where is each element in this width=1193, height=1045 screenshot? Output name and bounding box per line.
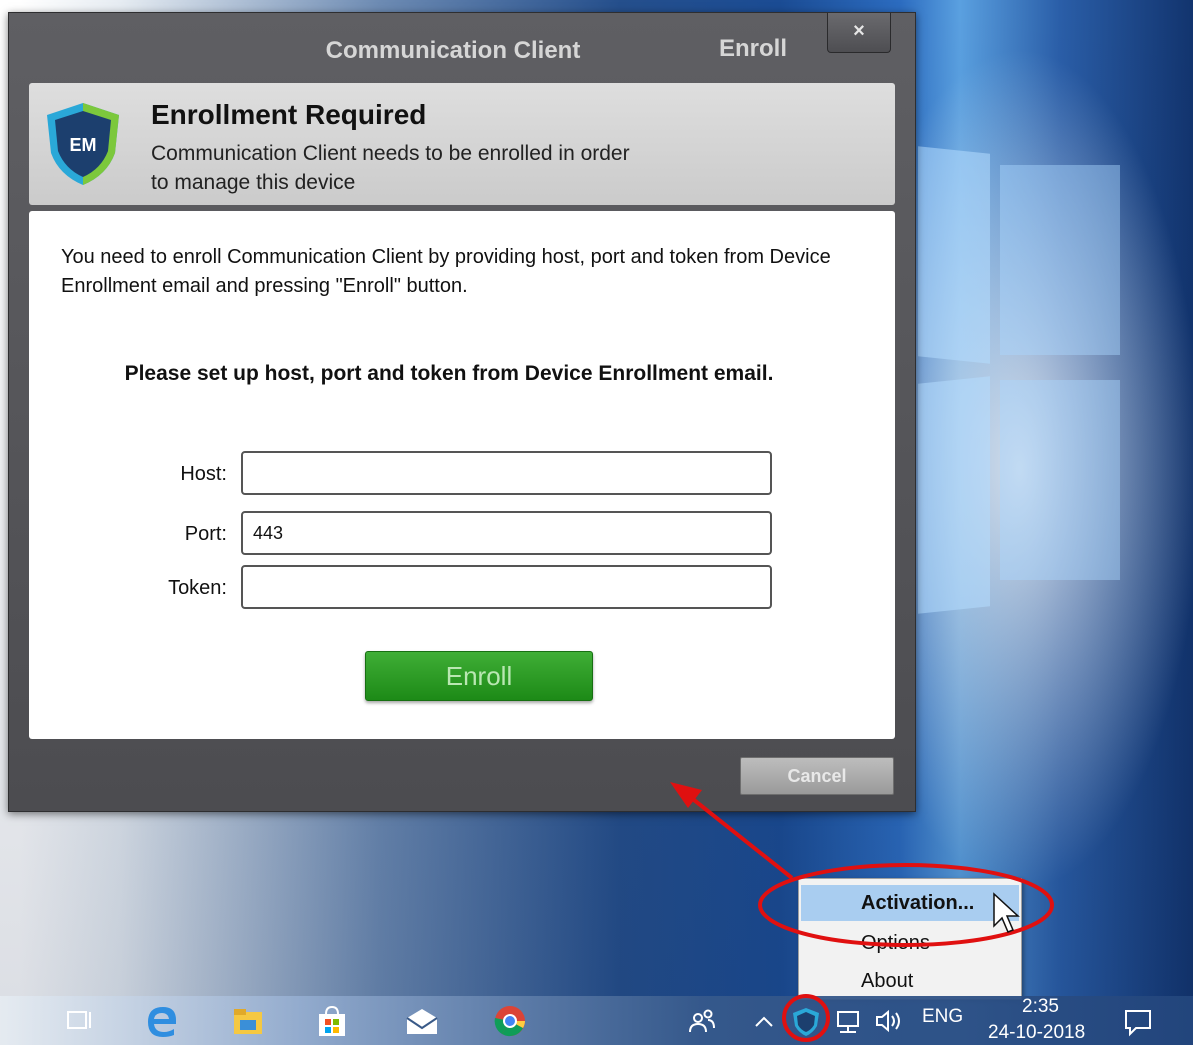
file-explorer-icon[interactable] — [230, 1004, 266, 1038]
communication-client-window: Communication Client Enroll × EM Enrollm… — [8, 12, 916, 812]
host-input[interactable] — [241, 451, 772, 495]
chrome-icon[interactable] — [492, 1004, 528, 1038]
store-icon[interactable] — [314, 1004, 350, 1038]
notification-icon[interactable] — [1120, 1004, 1156, 1038]
mail-icon[interactable] — [404, 1004, 440, 1038]
setup-prompt: Please set up host, port and token from … — [124, 362, 774, 385]
token-input[interactable] — [241, 565, 772, 609]
network-icon[interactable] — [832, 1004, 868, 1038]
port-input[interactable] — [241, 511, 772, 555]
menu-item-activation[interactable]: Activation... — [801, 885, 1019, 921]
intro-text: You need to enroll Communication Client … — [61, 246, 831, 297]
clock-time[interactable]: 2:35 — [1022, 996, 1059, 1018]
em-tray-icon[interactable] — [788, 1004, 824, 1038]
tray-context-menu: Activation... Options About — [798, 878, 1022, 1000]
task-view-icon[interactable] — [62, 1004, 98, 1038]
volume-icon[interactable] — [872, 1004, 908, 1038]
input-language[interactable]: ENG — [922, 1006, 963, 1028]
header-description: Communication Client needs to be enrolle… — [151, 142, 630, 194]
em-shield-logo-icon: EM — [47, 103, 119, 185]
edge-icon[interactable] — [144, 1004, 180, 1038]
enrollment-header: EM Enrollment Required Communication Cli… — [29, 83, 895, 205]
people-icon[interactable] — [684, 1004, 720, 1038]
header-title: Enrollment Required — [151, 99, 427, 130]
port-label: Port: — [184, 523, 227, 545]
token-label: Token: — [168, 577, 227, 599]
enroll-button[interactable]: Enroll — [365, 651, 593, 701]
menu-item-options[interactable]: Options — [801, 925, 1019, 961]
close-button[interactable]: × — [827, 13, 891, 53]
clock-date[interactable]: 24-10-2018 — [988, 1022, 1085, 1044]
window-title-action: Enroll — [719, 35, 788, 62]
chevron-up-icon[interactable] — [746, 1004, 782, 1038]
taskbar: ENG 2:35 24-10-2018 — [0, 996, 1193, 1045]
close-icon: × — [853, 20, 865, 42]
cancel-button[interactable]: Cancel — [740, 757, 894, 795]
enrollment-form-panel: You need to enroll Communication Client … — [29, 211, 895, 739]
menu-item-about[interactable]: About — [801, 963, 1019, 999]
svg-text:EM: EM — [70, 135, 97, 155]
host-label: Host: — [180, 463, 227, 485]
